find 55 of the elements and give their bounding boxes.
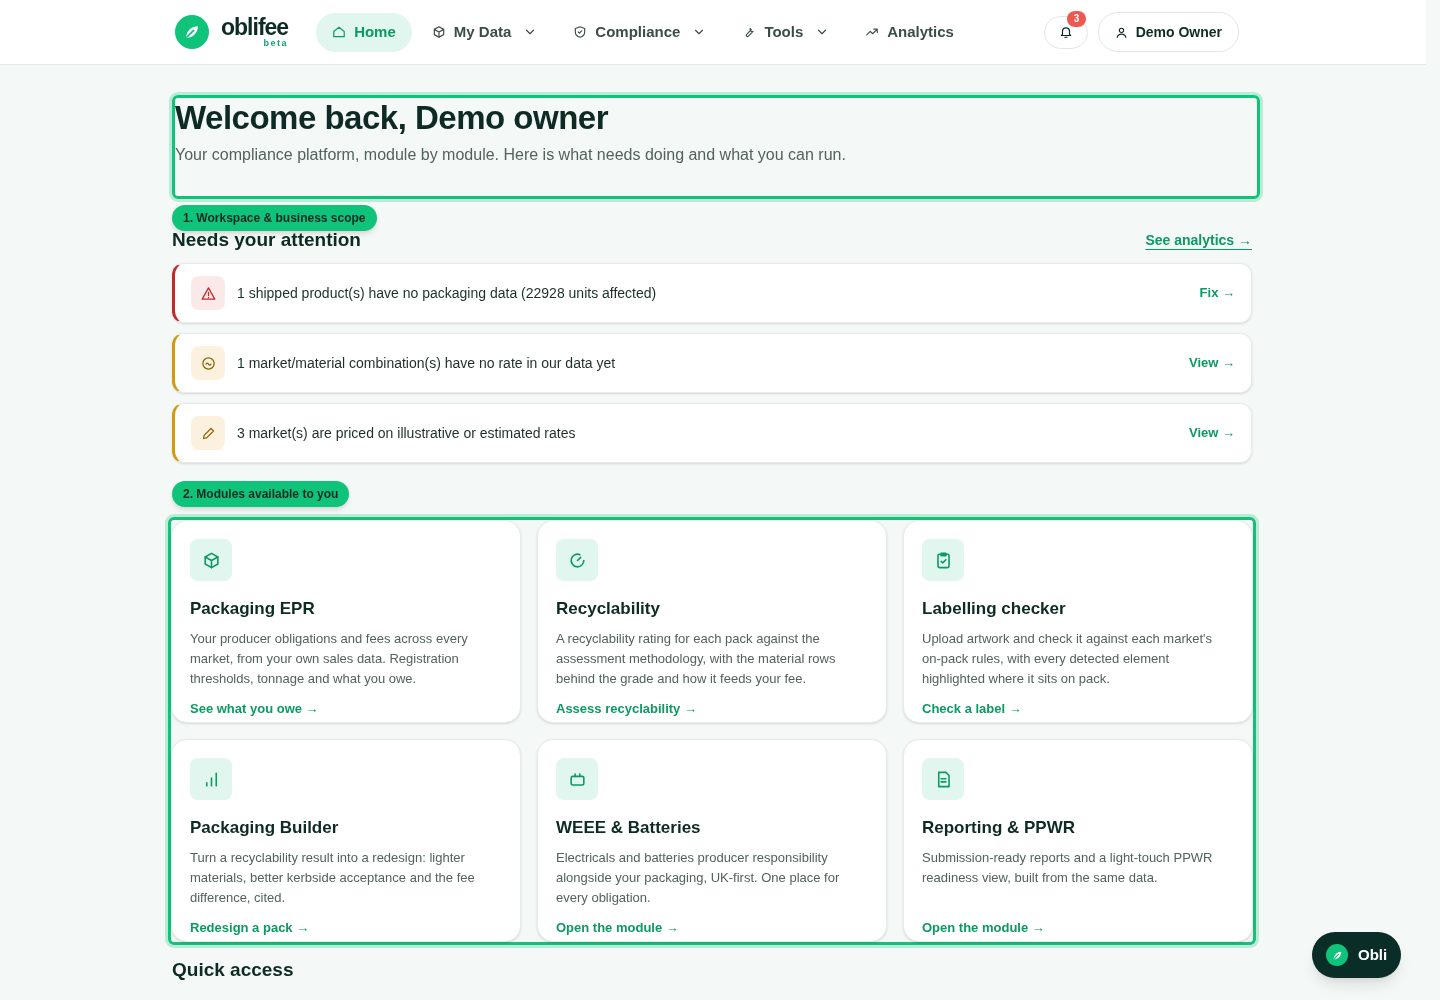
module-title: Labelling checker bbox=[922, 599, 1067, 619]
module-description: Your producer obligations and fees across every market, from your own sales data. Registration thresholds, tonnage and what you owe. bbox=[190, 630, 469, 688]
shield-icon bbox=[573, 25, 588, 39]
module-link[interactable]: Assess recyclability → bbox=[556, 699, 697, 719]
tour-step-badge: 2. Modules available to you bbox=[172, 481, 350, 507]
section-title: Needs your attention bbox=[172, 229, 361, 251]
alert-text: 1 market/material combination(s) have no rate in our data yet bbox=[237, 353, 617, 373]
module-description: Upload artwork and check it against each market's on-pack rules, with every detected element highlighted where it sits on pack. bbox=[922, 630, 1214, 688]
welcome-subtitle: Your compliance platform, module by module. Here is what needs doing and what you can run. bbox=[175, 145, 847, 165]
alert-text: 1 shipped product(s) have no packaging data (22928 units affected) bbox=[237, 283, 658, 303]
notification-count-badge: 3 bbox=[1066, 10, 1087, 27]
module-title: Packaging EPR bbox=[190, 599, 316, 619]
gauge-icon bbox=[567, 550, 587, 570]
module-card[interactable]: Packaging Builder Turn a recyclability result into a redesign: lighter materials, better kerbside acceptance and the fee difference, cited. Redesign a pack → bbox=[171, 739, 521, 942]
trend-icon bbox=[865, 25, 880, 39]
module-title: WEEE & Batteries bbox=[556, 818, 702, 838]
box-icon bbox=[431, 25, 446, 39]
home-icon bbox=[332, 25, 347, 39]
module-card[interactable]: Labelling checker Upload artwork and check it against each market's on-pack rules, with every detected element highlighted where it sits on pack. Check a label → bbox=[903, 520, 1253, 723]
module-title: Reporting & PPWR bbox=[922, 818, 1076, 838]
beta-label: beta bbox=[263, 39, 289, 48]
module-card[interactable]: Reporting & PPWR Submission-ready reports and a light-touch PPWR readiness view, built from the same data. Open the module → bbox=[903, 739, 1253, 942]
module-title: Recyclability bbox=[556, 599, 661, 619]
module-title: Packaging Builder bbox=[190, 818, 340, 838]
module-description: Electricals and batteries producer responsibility alongside your packaging, UK-first. One place for every obligation. bbox=[556, 849, 841, 907]
logo-wordmark: oblifee bbox=[221, 16, 289, 39]
module-description: A recyclability rating for each pack against the assessment methodology, with the material rows behind the grade and how it feeds your fee. bbox=[556, 630, 837, 688]
section-title: Quick access bbox=[172, 959, 295, 981]
cube-icon bbox=[201, 550, 221, 570]
module-description: Turn a recyclability result into a redesign: lighter materials, better kerbside acceptance and the fee difference, cited. bbox=[190, 849, 476, 907]
module-link[interactable]: Open the module → bbox=[922, 918, 1045, 938]
nav-tab[interactable]: Tools bbox=[726, 12, 846, 52]
module-link[interactable]: Redesign a pack → bbox=[190, 918, 310, 938]
module-link[interactable]: Check a label → bbox=[922, 699, 1022, 719]
module-link[interactable]: See what you owe → bbox=[190, 699, 319, 719]
module-description: Submission-ready reports and a light-touch PPWR readiness view, built from the same data. bbox=[922, 849, 1214, 887]
nav-tab[interactable]: Analytics bbox=[849, 12, 970, 52]
module-card[interactable]: Packaging EPR Your producer obligations and fees across every market, from your own sales data. Registration thresholds, tonnage and what you owe. See what you owe → bbox=[171, 520, 521, 723]
tour-step-badge: 1. Workspace & business scope bbox=[172, 205, 377, 231]
bell-icon bbox=[1058, 25, 1073, 39]
module-card[interactable]: WEEE & Batteries Electricals and batteries producer responsibility alongside your packaging, UK-first. One place for every obligation. Open the module → bbox=[537, 739, 887, 942]
user-icon bbox=[1114, 25, 1128, 39]
warning-icon bbox=[200, 285, 216, 301]
module-card[interactable]: Recyclability A recyclability rating for each pack against the assessment methodology, with the material rows behind the grade and how it feeds your fee. Assess recyclability → bbox=[537, 520, 887, 723]
alert-action-link[interactable]: View → bbox=[1189, 353, 1235, 373]
welcome-title: Welcome back, Demo owner bbox=[175, 98, 610, 137]
module-link[interactable]: Open the module → bbox=[556, 918, 679, 938]
assistant-button[interactable]: Obli bbox=[1312, 932, 1402, 978]
alert-action-link[interactable]: View → bbox=[1189, 423, 1235, 443]
alert-text: 3 market(s) are priced on illustrative or estimated rates bbox=[237, 423, 577, 443]
alert-action-link[interactable]: Fix → bbox=[1199, 283, 1235, 303]
pencil-icon bbox=[200, 425, 216, 441]
nav-tab[interactable]: Compliance bbox=[557, 12, 723, 52]
nav-tab[interactable]: My Data bbox=[415, 12, 554, 52]
logo[interactable]: oblifee beta bbox=[175, 15, 289, 49]
